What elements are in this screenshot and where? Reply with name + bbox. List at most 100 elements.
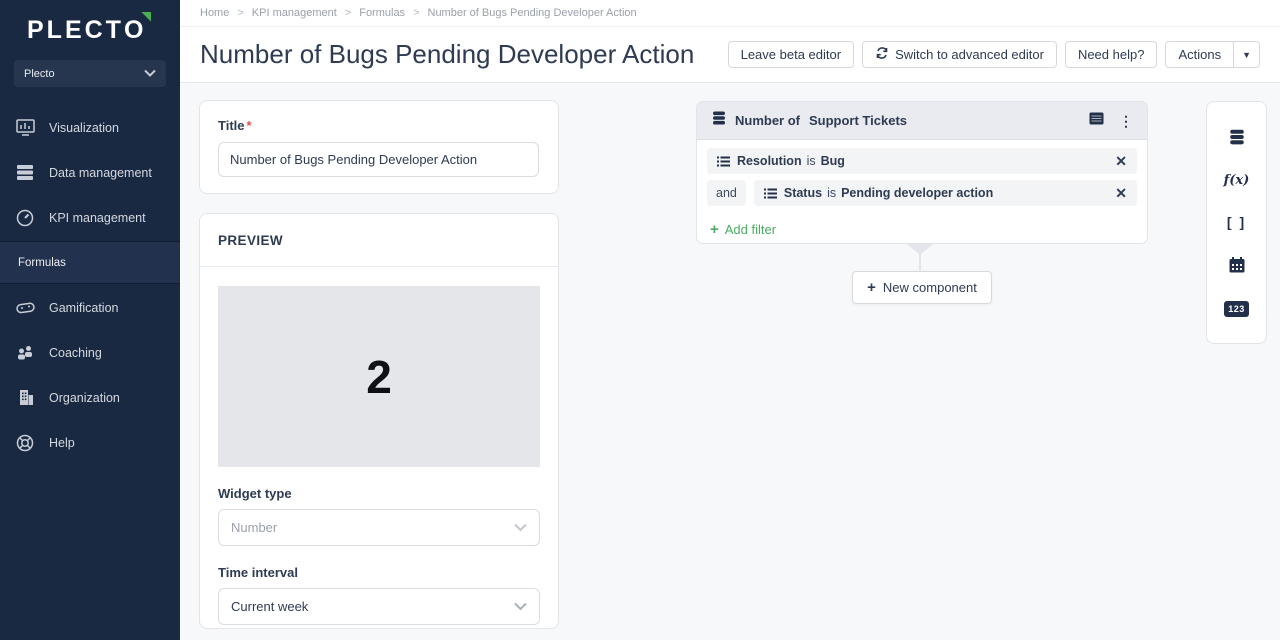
sidebar: PLECTO Plecto Visualization Data managem… — [0, 0, 180, 640]
required-asterisk: * — [247, 118, 252, 133]
sidebar-nav: Visualization Data management KPI manage… — [0, 105, 180, 465]
kebab-menu-icon[interactable]: ⋮ — [1119, 114, 1133, 128]
time-interval-select[interactable]: Current week — [218, 588, 540, 625]
breadcrumb-separator: > — [413, 7, 419, 19]
calendar-tool-icon[interactable] — [1228, 256, 1246, 274]
sidebar-item-help[interactable]: Help — [0, 420, 180, 465]
filter-row: Resolution is Bug ✕ — [707, 148, 1137, 174]
function-tool-icon[interactable]: f(x) — [1224, 173, 1250, 188]
preview-header: PREVIEW — [200, 214, 558, 267]
breadcrumb-separator: > — [237, 7, 243, 19]
sidebar-item-organization[interactable]: Organization — [0, 375, 180, 420]
title-label-text: Title — [218, 118, 245, 133]
switch-button-label: Switch to advanced editor — [895, 47, 1044, 62]
organization-name: Plecto — [24, 68, 55, 80]
filter-resolution[interactable]: Resolution is Bug ✕ — [707, 148, 1137, 174]
title-field-label: Title* — [218, 118, 539, 133]
sidebar-item-gamification[interactable]: Gamification — [0, 285, 180, 330]
sidebar-item-label: Coaching — [49, 346, 102, 360]
need-help-button[interactable]: Need help? — [1065, 41, 1158, 68]
add-filter-label: Add filter — [725, 222, 776, 237]
filter-operator: is — [807, 154, 816, 168]
list-icon — [717, 156, 730, 167]
component-datasource-name[interactable]: Support Tickets — [809, 113, 907, 128]
sidebar-item-kpi-management[interactable]: KPI management — [0, 195, 180, 240]
breadcrumb-formulas[interactable]: Formulas — [359, 7, 405, 19]
remove-filter-icon[interactable]: ✕ — [1115, 153, 1127, 170]
sidebar-item-data-management[interactable]: Data management — [0, 150, 180, 195]
breadcrumb-kpi-management[interactable]: KPI management — [252, 7, 337, 19]
filter-field: Status — [784, 186, 822, 200]
bar-chart-icon — [15, 118, 35, 138]
preview-widget: 2 — [218, 286, 540, 467]
actions-caret-button[interactable]: ▼ — [1234, 41, 1260, 68]
title-card: Title* — [199, 100, 559, 194]
chevron-down-icon — [514, 599, 527, 614]
sidebar-item-label: Visualization — [49, 121, 119, 135]
component-card: Number of Support Tickets ⋮ Resolution i… — [696, 101, 1148, 244]
breadcrumb-home[interactable]: Home — [200, 7, 229, 19]
organization-selector[interactable]: Plecto — [14, 60, 166, 87]
widget-type-label: Widget type — [218, 486, 540, 501]
game-controller-icon — [15, 298, 35, 318]
sidebar-item-coaching[interactable]: Coaching — [0, 330, 180, 375]
new-component-button[interactable]: + New component — [852, 271, 992, 304]
sidebar-item-formulas-active[interactable]: Formulas — [0, 241, 180, 284]
page-header: Home > KPI management > Formulas > Numbe… — [180, 0, 1280, 82]
connector-line — [919, 254, 921, 272]
formula-title-input[interactable] — [218, 142, 539, 177]
sidebar-item-visualization[interactable]: Visualization — [0, 105, 180, 150]
caret-down-icon: ▼ — [1242, 50, 1251, 60]
new-component-label: New component — [883, 280, 977, 295]
sidebar-subitem-label: Formulas — [18, 257, 66, 269]
chevron-down-icon — [514, 520, 527, 535]
logo-o: O — [124, 16, 146, 44]
time-interval-label: Time interval — [218, 565, 540, 580]
preview-value: 2 — [366, 350, 392, 404]
table-view-icon[interactable] — [1089, 112, 1104, 130]
breadcrumb-current: Number of Bugs Pending Developer Action — [428, 7, 637, 19]
building-icon — [15, 388, 35, 408]
component-header[interactable]: Number of Support Tickets ⋮ — [697, 102, 1147, 140]
swap-arrows-icon — [875, 47, 889, 62]
preview-heading: PREVIEW — [218, 233, 283, 248]
plus-icon: + — [710, 221, 719, 238]
number-tool-icon[interactable]: 123 — [1224, 301, 1249, 317]
component-toolbar: f(x) [ ] 123 — [1206, 101, 1267, 344]
server-stack-icon — [15, 163, 35, 183]
breadcrumb-separator: > — [345, 7, 351, 19]
plus-icon: + — [867, 279, 876, 296]
brackets-tool-icon[interactable]: [ ] — [1227, 214, 1246, 230]
switch-advanced-editor-button[interactable]: Switch to advanced editor — [862, 41, 1057, 68]
add-filter-button[interactable]: + Add filter — [710, 221, 776, 238]
datasource-tool-icon[interactable] — [1228, 128, 1246, 146]
widget-type-select[interactable]: Number — [218, 509, 540, 546]
filter-value: Pending developer action — [841, 186, 993, 200]
chevron-down-icon — [144, 68, 156, 80]
leave-beta-editor-button[interactable]: Leave beta editor — [728, 41, 854, 68]
people-icon — [15, 343, 35, 363]
life-ring-icon — [15, 433, 35, 453]
component-prefix: Number of — [735, 113, 800, 128]
sidebar-item-label: Gamification — [49, 301, 118, 315]
sidebar-item-label: Organization — [49, 391, 120, 405]
number-badge: 123 — [1224, 301, 1249, 317]
actions-button[interactable]: Actions — [1165, 41, 1234, 68]
widget-type-value: Number — [231, 520, 277, 535]
time-interval-value: Current week — [231, 599, 308, 614]
gauge-icon — [15, 208, 35, 228]
page-title: Number of Bugs Pending Developer Action — [200, 39, 728, 70]
filter-field: Resolution — [737, 154, 802, 168]
remove-filter-icon[interactable]: ✕ — [1115, 185, 1127, 202]
filter-conjunction: and — [707, 180, 746, 206]
list-icon — [764, 188, 777, 199]
sidebar-item-label: KPI management — [49, 211, 146, 225]
plecto-logo: PLECTO — [0, 0, 180, 46]
sidebar-item-label: Help — [49, 436, 75, 450]
filter-status[interactable]: Status is Pending developer action ✕ — [754, 180, 1137, 206]
breadcrumb: Home > KPI management > Formulas > Numbe… — [180, 0, 1280, 27]
editor-canvas: Title* PREVIEW 2 Widget type Number Time… — [180, 82, 1280, 640]
filter-value: Bug — [821, 154, 845, 168]
actions-split-button: Actions ▼ — [1165, 41, 1260, 68]
sidebar-item-label: Data management — [49, 166, 152, 180]
